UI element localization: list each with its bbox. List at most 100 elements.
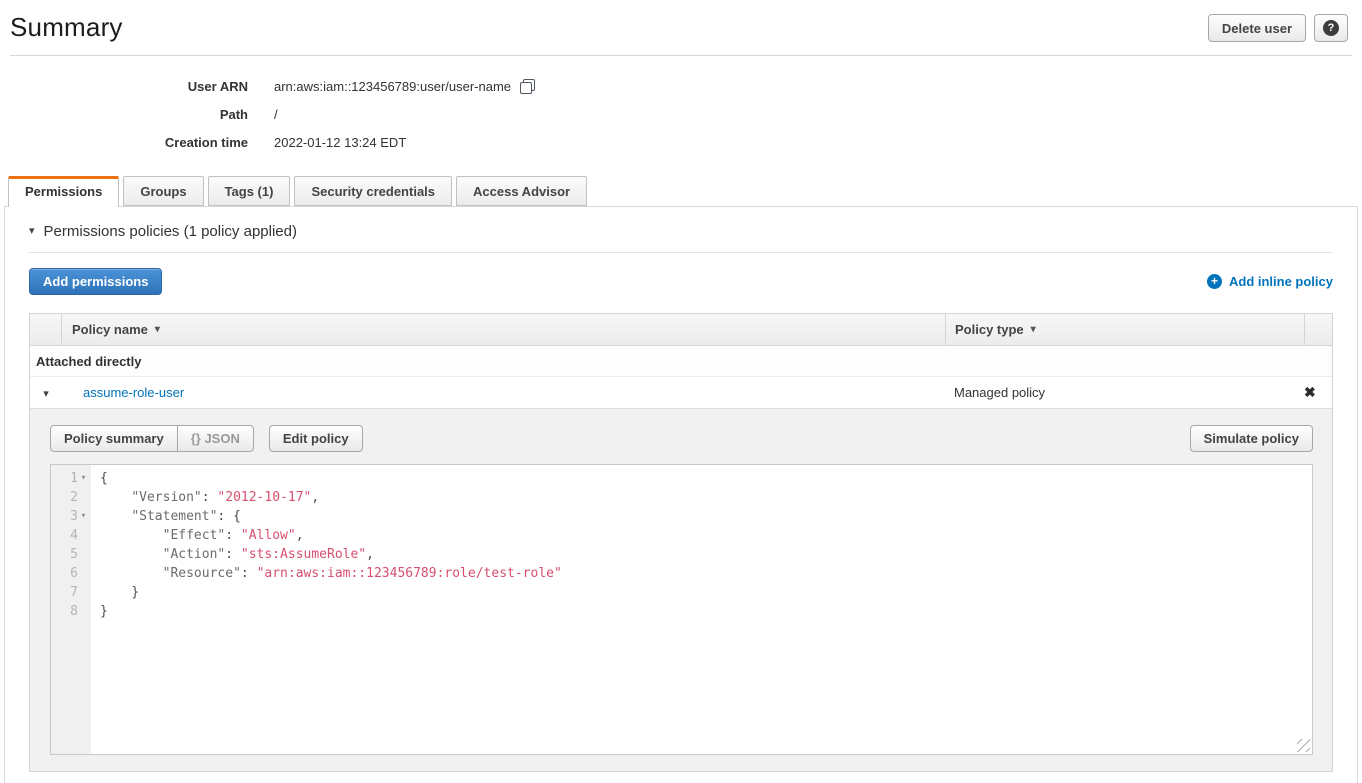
line-number: 6 [70,564,78,583]
creation-time-value: 2022-01-12 13:24 EDT [274,135,406,150]
add-inline-policy-link[interactable]: + Add inline policy [1207,274,1333,289]
plus-icon: + [1207,274,1222,289]
policies-table: Policy name ▾ Policy type ▾ Attached dir… [29,313,1333,772]
summary-fields: User ARN arn:aws:iam::123456789:user/use… [0,72,1362,156]
code-token-key: "Version" [131,490,201,505]
policy-json-editor[interactable]: 1▾23▾45678 { "Version": "2012-10-17", "S… [50,464,1313,755]
detach-policy-cell: ✖ [1304,385,1332,400]
add-inline-policy-label: Add inline policy [1229,274,1333,289]
policy-name-cell: assume-role-user [62,385,945,400]
tab-groups[interactable]: Groups [123,176,203,206]
policy-actions-row: Add permissions + Add inline policy [29,268,1333,295]
gutter-line: 1▾ [51,469,91,488]
permissions-policies-section-toggle[interactable]: ▾ Permissions policies (1 policy applied… [29,223,1333,240]
code-token-str: "sts:AssumeRole" [241,547,366,562]
code-token-plain: : [225,547,241,562]
section-divider [29,252,1333,253]
tab-security-credentials[interactable]: Security credentials [294,176,452,206]
code-token-plain: , [366,547,374,562]
path-label: Path [0,107,248,122]
header-divider [10,55,1352,56]
code-line: "Statement": { [100,507,1312,526]
edit-policy-button[interactable]: Edit policy [269,425,363,452]
code-token-key: "Statement" [131,509,217,524]
gutter-line: 3▾ [51,507,91,526]
add-permissions-button[interactable]: Add permissions [29,268,162,295]
line-number: 1 [70,469,78,488]
path-value: / [274,107,278,122]
copy-icon[interactable] [520,79,535,94]
permissions-tab-panel: ▾ Permissions policies (1 policy applied… [4,206,1358,783]
attached-directly-group-row: Attached directly [30,346,1332,377]
policy-name-column-header[interactable]: Policy name ▾ [62,314,945,345]
help-button[interactable]: ? [1314,14,1348,42]
page-title: Summary [10,12,1352,43]
sort-caret-icon: ▾ [1031,324,1036,335]
code-line: { [100,469,1312,488]
user-arn-value-wrap: arn:aws:iam::123456789:user/user-name [274,79,535,94]
code-line: "Effect": "Allow", [100,526,1312,545]
header-actions: Delete user ? [1208,14,1348,42]
page-header: Summary Delete user ? [0,0,1362,56]
expand-caret-icon: ▾ [43,388,49,400]
code-token-plain [100,547,163,562]
line-number: 3 [70,507,78,526]
gutter-line: 7 [51,583,91,602]
code-line: } [100,602,1312,621]
policy-type-column-header[interactable]: Policy type ▾ [945,314,1304,345]
code-token-plain [100,566,163,581]
editor-resize-handle[interactable] [1297,739,1310,752]
permissions-policies-title: Permissions policies (1 policy applied) [44,223,297,240]
delete-user-button[interactable]: Delete user [1208,14,1306,42]
tab-tags[interactable]: Tags (1) [208,176,291,206]
remove-column-header [1304,314,1332,345]
policy-table-row: ▾ assume-role-user Managed policy ✖ [30,377,1332,409]
collapse-caret-icon: ▾ [29,226,35,237]
code-token-str: "Allow" [241,528,296,543]
line-number: 7 [70,583,78,602]
code-line: } [100,583,1312,602]
tab-bar: Permissions Groups Tags (1) Security cre… [8,176,1362,206]
tab-permissions[interactable]: Permissions [8,176,119,207]
field-creation-time: Creation time 2022-01-12 13:24 EDT [0,128,1362,156]
gutter-line: 2 [51,488,91,507]
fold-caret-icon[interactable]: ▾ [78,469,89,488]
code-line: "Resource": "arn:aws:iam::123456789:role… [100,564,1312,583]
code-token-plain [100,509,131,524]
policy-name-link[interactable]: assume-role-user [83,385,184,400]
code-token-str: "arn:aws:iam::123456789:role/test-role" [257,566,562,581]
field-user-arn: User ARN arn:aws:iam::123456789:user/use… [0,72,1362,100]
field-path: Path / [0,100,1362,128]
simulate-policy-button[interactable]: Simulate policy [1190,425,1313,452]
policy-name-header-label: Policy name [72,322,148,337]
code-token-plain: , [296,528,304,543]
policy-detail-panel: Policy summary {} JSON Edit policy Simul… [30,409,1332,771]
gutter-line: 4 [51,526,91,545]
creation-time-label: Creation time [0,135,248,150]
code-token-plain: { [100,471,108,486]
code-lines[interactable]: { "Version": "2012-10-17", "Statement": … [91,465,1312,754]
json-view-button[interactable]: {} JSON [177,425,254,452]
code-token-key: "Resource" [163,566,241,581]
detach-policy-icon[interactable]: ✖ [1304,384,1316,400]
line-number: 2 [70,488,78,507]
user-arn-label: User ARN [0,79,248,94]
policy-type-header-label: Policy type [955,322,1024,337]
row-expander[interactable]: ▾ [30,385,62,400]
fold-caret-icon[interactable]: ▾ [78,507,89,526]
code-token-plain: } [100,604,108,619]
policy-summary-button[interactable]: Policy summary [50,425,178,452]
editor-gutter: 1▾23▾45678 [51,465,91,754]
table-header-row: Policy name ▾ Policy type ▾ [30,314,1332,346]
gutter-line: 5 [51,545,91,564]
user-arn-value: arn:aws:iam::123456789:user/user-name [274,79,511,94]
policy-detail-toolbar: Policy summary {} JSON Edit policy Simul… [50,425,1313,452]
code-token-plain: } [100,585,139,600]
code-token-key: "Action" [163,547,226,562]
gutter-line: 6 [51,564,91,583]
policy-view-toggle-group: Policy summary {} JSON [50,425,254,452]
code-token-plain: : [225,528,241,543]
expand-column-header [30,314,62,345]
code-token-str: "2012-10-17" [217,490,311,505]
tab-access-advisor[interactable]: Access Advisor [456,176,587,206]
